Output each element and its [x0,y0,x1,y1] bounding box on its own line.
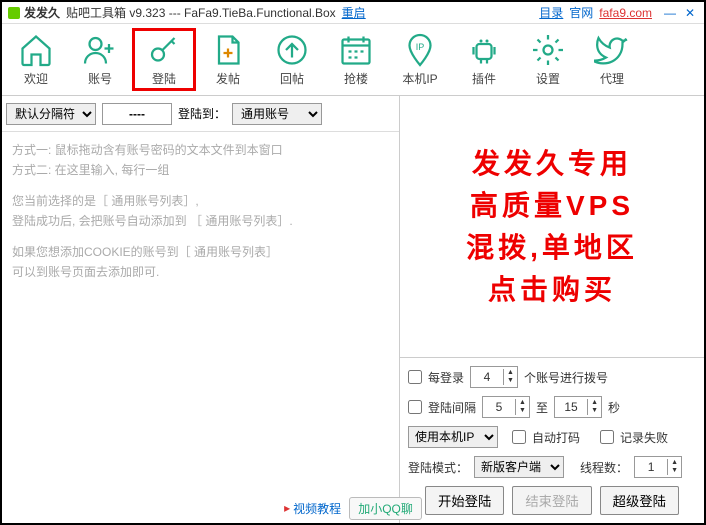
app-subtitle: 贴吧工具箱 v9.323 --- FaFa9.TieBa.Functional.… [66,4,336,21]
threads-spinner[interactable]: 1▲▼ [634,456,682,478]
play-icon: ▸ [284,501,290,515]
video-tutorial-link[interactable]: ▸视频教程 [284,500,341,517]
qq-chat-button[interactable]: 加小QQ聊 [349,497,422,520]
hint-3: 如果您想添加COOKIE的账号到［ 通用账号列表］ 可以到账号页面去添加即可. [12,242,389,283]
user-plus-icon [82,32,118,68]
login-to-select[interactable]: 通用账号 [232,103,322,125]
ad-line-4: 点击购买 [488,269,616,311]
every-login-spinner[interactable]: 4▲▼ [470,366,518,388]
every-login-checkbox[interactable] [408,370,422,384]
gear-icon [530,32,566,68]
login-to-label: 登陆到： [178,105,226,122]
interval-to-spinner[interactable]: 15▲▼ [554,396,602,418]
catalog-link[interactable]: 目录 [539,4,563,21]
tool-login[interactable]: 登陆 [132,28,196,91]
site-url[interactable]: fafa9.com [599,6,652,20]
home-icon [18,32,54,68]
site-label: 官网 [569,4,593,21]
calendar-icon [338,32,374,68]
tool-plugin[interactable]: 插件 [452,28,516,91]
android-icon [466,32,502,68]
close-icon[interactable]: ✕ [682,6,698,20]
right-panel: 发发久专用 高质量VPS 混拨,单地区 点击购买 每登录 4▲▼ 个账号进行拨号… [400,96,704,523]
tool-post[interactable]: 发帖 [196,28,260,91]
seconds-label: 秒 [608,399,620,416]
ad-block[interactable]: 发发久专用 高质量VPS 混拨,单地区 点击购买 [400,96,704,357]
ad-line-3: 混拨,单地区 [466,227,638,269]
filter-bar: 默认分隔符 登陆到： 通用账号 [2,96,399,132]
left-panel: 默认分隔符 登陆到： 通用账号 方式一: 鼠标拖动含有账号密码的文本文件到本窗口… [2,96,400,523]
toolbar: 欢迎 账号 登陆 发帖 回帖 抢楼 IP 本机IP 插件 [2,24,704,96]
titlebar: 发发久 贴吧工具箱 v9.323 --- FaFa9.TieBa.Functio… [2,2,704,24]
footer: ▸视频教程 加小QQ聊 [2,495,704,521]
log-fail-checkbox[interactable] [600,430,614,444]
hint-1: 方式一: 鼠标拖动含有账号密码的文本文件到本窗口 方式二: 在这里输入, 每行一… [12,140,389,181]
tool-grab[interactable]: 抢楼 [324,28,388,91]
hint-2: 您当前选择的是［ 通用账号列表］, 登陆成功后, 会把账号自动添加到 ［ 通用账… [12,191,389,232]
app-icon [8,7,20,19]
every-login-label: 每登录 [428,369,464,386]
to-label: 至 [536,399,548,416]
login-mode-label: 登陆模式： [408,459,468,476]
interval-checkbox[interactable] [408,400,422,414]
auto-captcha-checkbox[interactable] [512,430,526,444]
delimiter-select[interactable]: 默认分隔符 [6,103,96,125]
restart-link[interactable]: 重启 [342,4,366,21]
content: 默认分隔符 登陆到： 通用账号 方式一: 鼠标拖动含有账号密码的文本文件到本窗口… [2,96,704,523]
tool-settings[interactable]: 设置 [516,28,580,91]
tool-reply[interactable]: 回帖 [260,28,324,91]
ip-pin-icon: IP [402,32,438,68]
interval-label: 登陆间隔 [428,399,476,416]
interval-from-spinner[interactable]: 5▲▼ [482,396,530,418]
svg-text:IP: IP [416,42,425,52]
every-login-suffix: 个账号进行拨号 [524,369,608,386]
app-name: 发发久 [24,4,60,21]
log-fail-label: 记录失败 [620,429,668,446]
minimize-icon[interactable]: — [662,6,678,20]
app-window: 发发久 贴吧工具箱 v9.323 --- FaFa9.TieBa.Functio… [0,0,706,525]
tool-proxy[interactable]: 代理 [580,28,644,91]
login-mode-select[interactable]: 新版客户端 [474,456,564,478]
ad-line-1: 发发久专用 [472,143,632,185]
hint-area[interactable]: 方式一: 鼠标拖动含有账号密码的文本文件到本窗口 方式二: 在这里输入, 每行一… [2,132,399,300]
threads-label: 线程数： [580,459,628,476]
auto-captcha-label: 自动打码 [532,429,580,446]
bird-icon [594,32,630,68]
tool-welcome[interactable]: 欢迎 [4,28,68,91]
ad-line-2: 高质量VPS [470,185,634,227]
tool-local-ip[interactable]: IP 本机IP [388,28,452,91]
key-icon [146,32,182,68]
upload-icon [274,32,310,68]
file-plus-icon [210,32,246,68]
delimiter-input[interactable] [102,103,172,125]
tool-account[interactable]: 账号 [68,28,132,91]
ip-mode-select[interactable]: 使用本机IP [408,426,498,448]
